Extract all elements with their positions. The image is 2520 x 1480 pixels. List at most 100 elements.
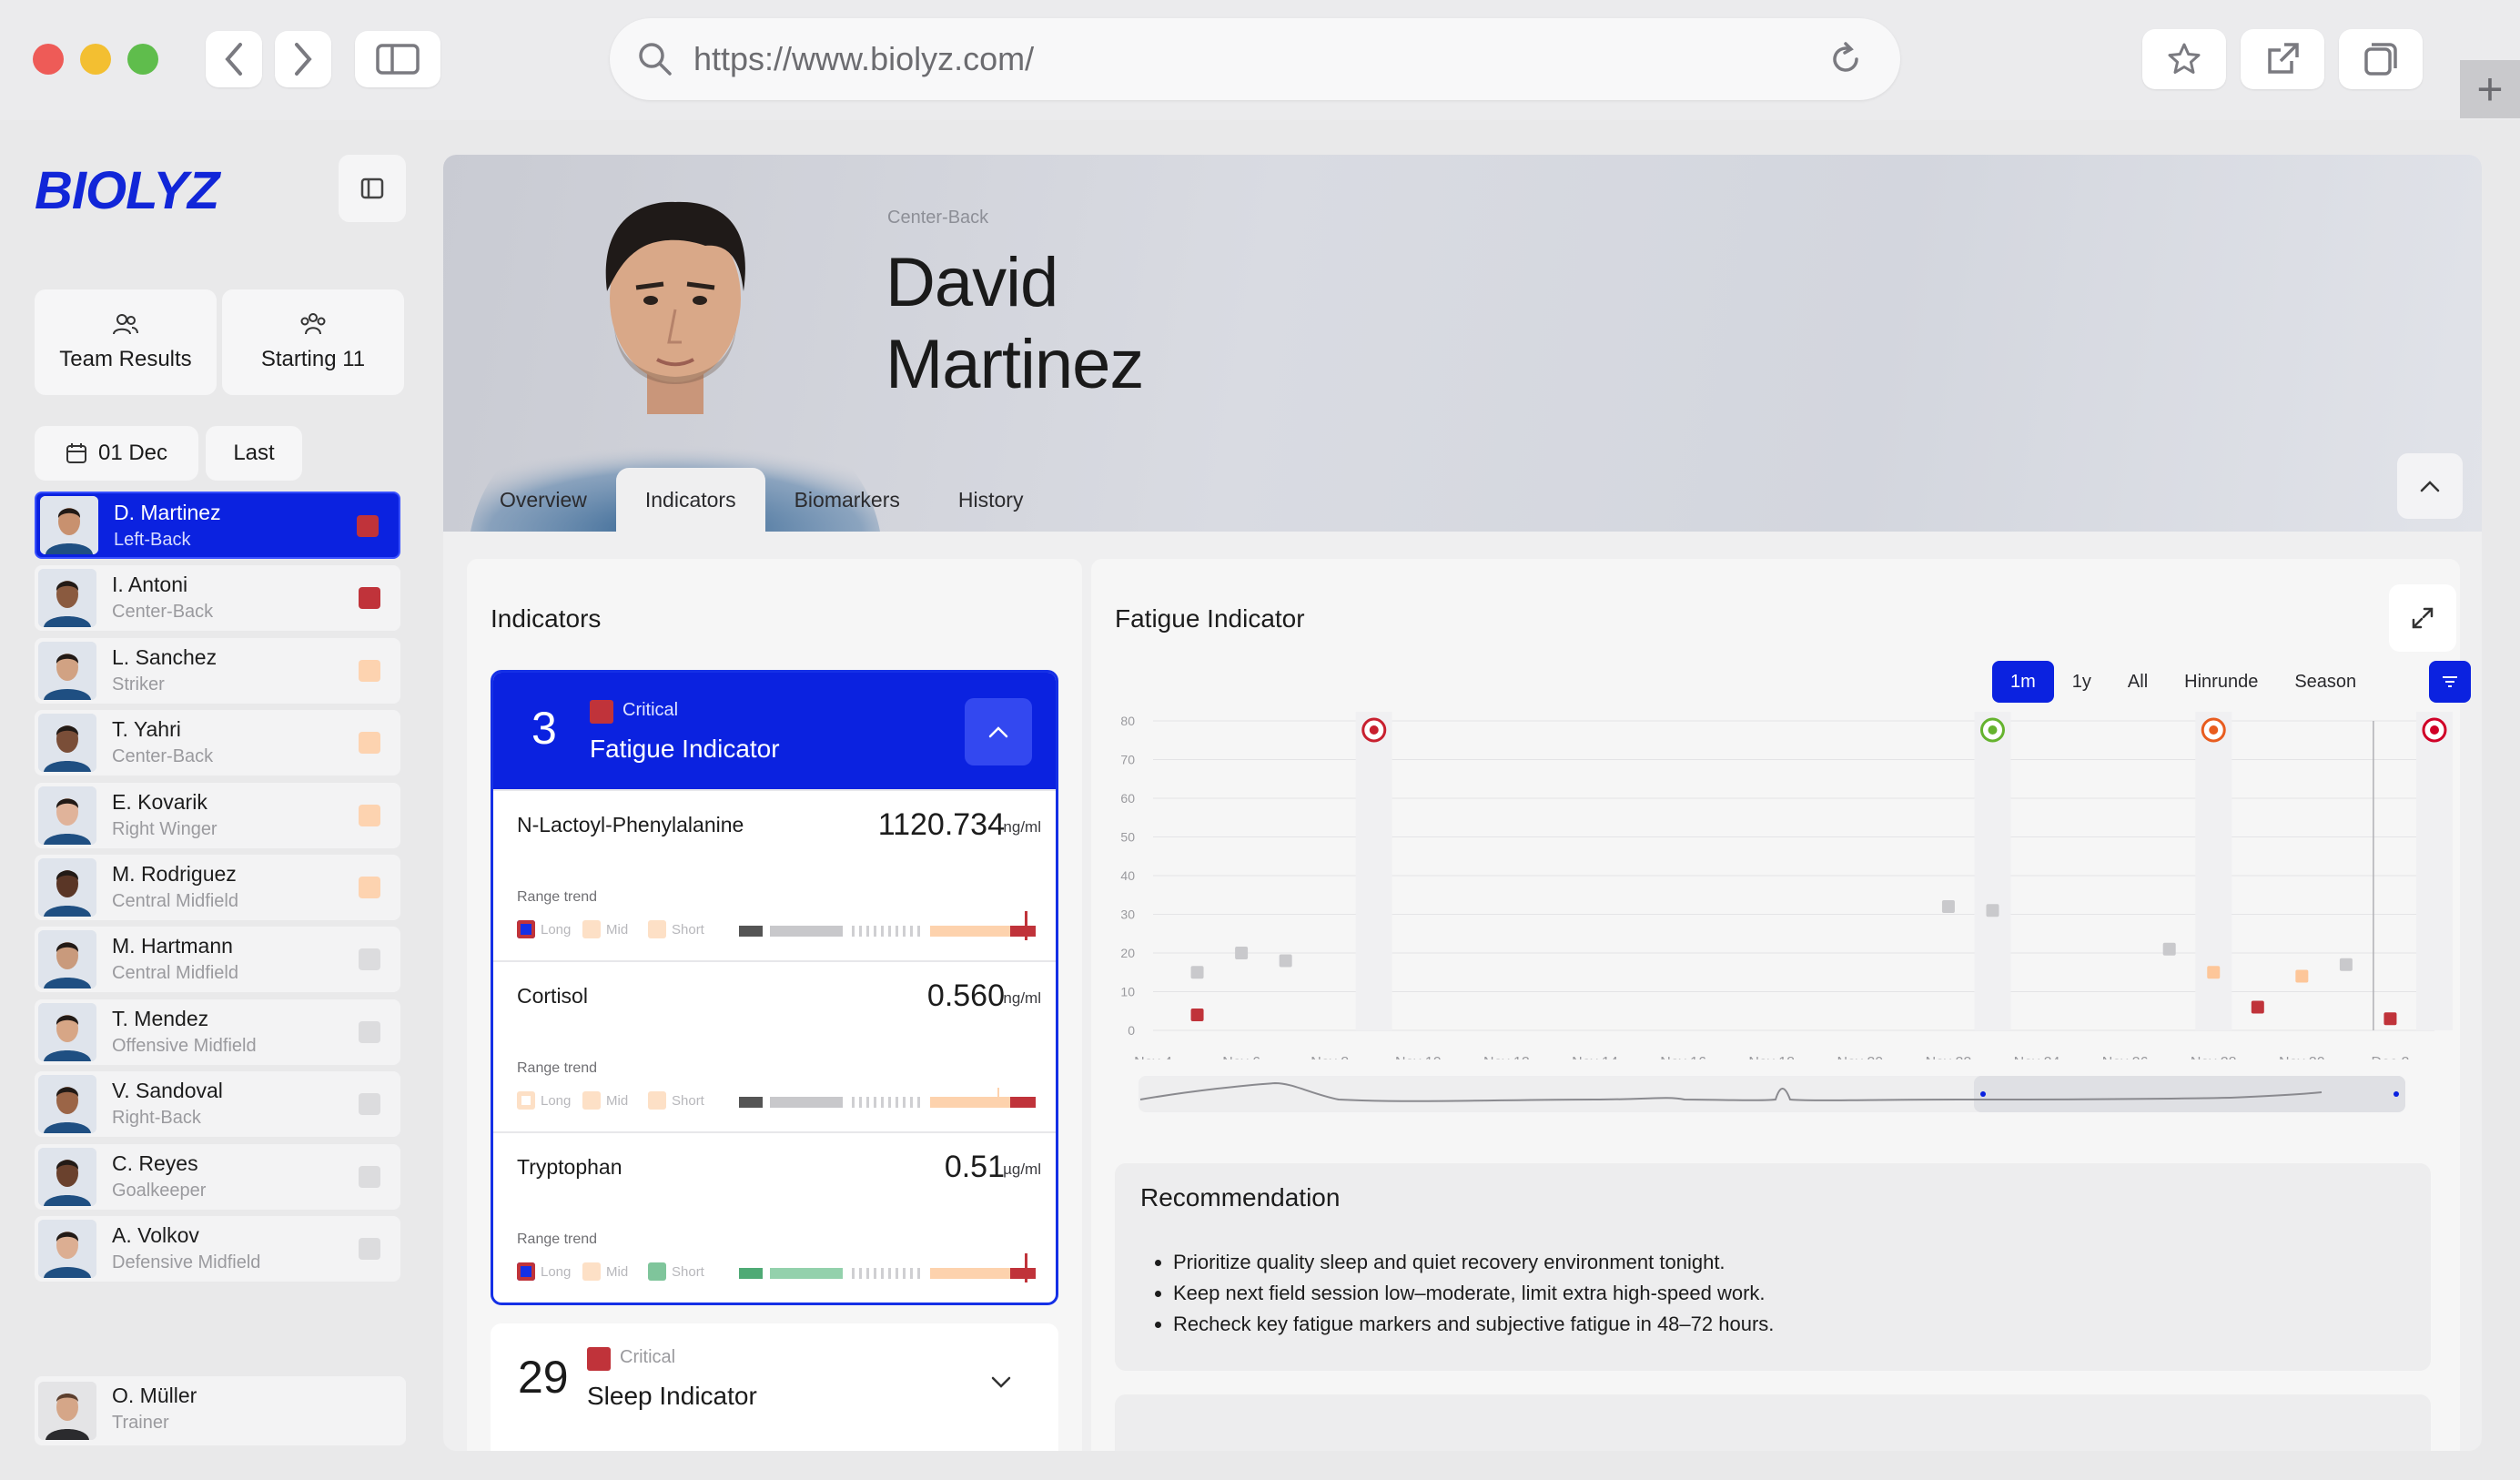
player-item[interactable]: E. Kovarik Right Winger: [35, 782, 400, 848]
last-label: Last: [233, 441, 275, 465]
forward-button[interactable]: [275, 31, 331, 87]
collapse-indicator-button[interactable]: [965, 698, 1032, 765]
collapse-sidebar-button[interactable]: [339, 155, 406, 222]
metric-unit: ng/ml: [1003, 989, 1041, 1007]
data-point[interactable]: [1941, 900, 1955, 913]
legend-swatch: [648, 1262, 666, 1281]
avatar: [38, 1382, 96, 1440]
player-item[interactable]: V. Sandoval Right-Back: [35, 1071, 400, 1138]
maximize-window-button[interactable]: [127, 44, 158, 75]
data-point[interactable]: [2295, 969, 2309, 983]
player-item[interactable]: M. Hartmann Central Midfield: [35, 927, 400, 993]
indicator-name: Fatigue Indicator: [590, 735, 780, 763]
player-role: Center-Back: [112, 746, 214, 767]
player-item[interactable]: C. Reyes Goalkeeper: [35, 1143, 400, 1210]
filter-button[interactable]: [2429, 661, 2471, 703]
range-trend-label: Range trend: [517, 889, 598, 905]
data-point[interactable]: [1986, 904, 1999, 917]
range-all[interactable]: All: [2110, 661, 2166, 703]
club-logo-mark: [2430, 725, 2439, 735]
brush-handle-end[interactable]: [2393, 1091, 2399, 1097]
match-highlight: [1355, 712, 1392, 1030]
expand-indicator-button[interactable]: [967, 1349, 1035, 1416]
player-item[interactable]: A. Volkov Defensive Midfield: [35, 1215, 400, 1282]
minimize-window-button[interactable]: [80, 44, 111, 75]
tab-overview[interactable]: Overview: [471, 468, 616, 532]
date-picker-button[interactable]: 01 Dec: [35, 426, 198, 481]
share-button[interactable]: [2241, 29, 2324, 89]
player-name: C. Reyes: [112, 1151, 198, 1175]
x-tick-label: Nov 30: [2279, 1055, 2325, 1059]
metric-row[interactable]: Cortisol 0.560 ng/ml Range trend Long Mid Shor…: [493, 960, 1056, 1131]
expand-chart-button[interactable]: [2389, 584, 2456, 652]
player-item[interactable]: M. Rodriguez Central Midfield: [35, 854, 400, 920]
match-highlight: [2195, 712, 2232, 1030]
legend-item: Mid: [582, 1262, 628, 1281]
status-badge: [357, 515, 379, 537]
new-tab-button[interactable]: +: [2460, 60, 2520, 118]
player-item[interactable]: T. Yahri Center-Back: [35, 710, 400, 776]
bookmark-button[interactable]: [2142, 29, 2226, 89]
metric-value: 1120.734: [877, 807, 1005, 842]
fatigue-card-header[interactable]: 3 Critical Fatigue Indicator: [493, 673, 1056, 789]
player-item[interactable]: I. Antoni Center-Back: [35, 565, 400, 632]
last-button[interactable]: Last: [206, 426, 302, 481]
collapse-header-button[interactable]: [2397, 453, 2463, 519]
y-tick-label: 70: [1120, 753, 1135, 767]
tab-indicators[interactable]: Indicators: [615, 468, 765, 532]
main-content: Center-Back David Martinez Overview Indic…: [443, 155, 2482, 1451]
legend-swatch: [517, 1262, 535, 1281]
data-point[interactable]: [2207, 966, 2221, 979]
tab-history[interactable]: History: [929, 468, 1053, 532]
metric-row[interactable]: N-Lactoyl-Phenylalanine 1120.734 ng/ml Rang…: [493, 789, 1056, 960]
range-1y[interactable]: 1y: [2054, 661, 2110, 703]
sidebar-icon: [376, 44, 420, 75]
back-button[interactable]: [206, 31, 262, 87]
range-hinrunde[interactable]: Hinrunde: [2166, 661, 2276, 703]
metric-unit: ng/ml: [1003, 818, 1041, 836]
panel-left-icon: [360, 177, 384, 199]
data-point[interactable]: [2383, 1012, 2397, 1026]
range-1m[interactable]: 1m: [1992, 661, 2054, 703]
data-point[interactable]: [1190, 966, 1204, 979]
data-point[interactable]: [2339, 958, 2353, 971]
x-tick-label: Nov 28: [2191, 1055, 2237, 1059]
x-tick-label: Nov 12: [1483, 1055, 1530, 1059]
legend-swatch: [582, 920, 601, 938]
data-point[interactable]: [2251, 1000, 2264, 1014]
player-name: David Martinez: [886, 242, 1144, 406]
club-logo-mark: [2209, 725, 2219, 735]
fatigue-indicator-card[interactable]: 3 Critical Fatigue Indicator N-Lactoyl-P…: [491, 670, 1058, 1305]
data-point[interactable]: [1279, 954, 1292, 968]
status-badge: [359, 948, 380, 971]
player-item[interactable]: T. Mendez Offensive Midfield: [35, 998, 400, 1065]
player-name: L. Sanchez: [112, 644, 218, 669]
player-name: M. Rodriguez: [112, 861, 237, 886]
critical-status-icon: [587, 1347, 611, 1371]
data-point[interactable]: [2162, 942, 2176, 956]
legend-swatch: [582, 1091, 601, 1110]
fatigue-scatter-chart[interactable]: 0 10 20 30 40 50 60 70 80 Nov 4 Nov 6 Nov 8 Nov 10 No…: [1109, 705, 2456, 1059]
data-point[interactable]: [1235, 947, 1249, 959]
metric-row[interactable]: Tryptophan 0.51 µg/ml Range trend Long Mid Sho…: [493, 1131, 1056, 1303]
range-season[interactable]: Season: [2276, 661, 2374, 703]
tab-biomarkers[interactable]: Biomarkers: [765, 468, 929, 532]
tabs-overview-button[interactable]: [2339, 29, 2423, 89]
sleep-indicator-card[interactable]: 29 Critical Sleep Indicator: [491, 1323, 1058, 1451]
reload-icon[interactable]: [1827, 41, 1864, 77]
indicator-count: 29: [518, 1352, 569, 1403]
data-point[interactable]: [1190, 1009, 1204, 1021]
time-range-brush[interactable]: [1139, 1072, 2405, 1116]
tabs-icon: [2364, 43, 2397, 76]
legend-item: Short: [648, 1091, 704, 1110]
player-item[interactable]: L. Sanchez Striker: [35, 637, 400, 704]
brush-handle-start[interactable]: [1980, 1091, 1986, 1097]
brush-selection[interactable]: [1974, 1076, 2405, 1112]
sidebar-toggle-button[interactable]: [355, 31, 440, 87]
trainer-profile[interactable]: O. Müller Trainer: [35, 1376, 406, 1445]
player-item[interactable]: D. Martinez Left-Back: [35, 492, 400, 559]
starting-11-button[interactable]: Starting 11: [222, 289, 404, 395]
close-window-button[interactable]: [33, 44, 64, 75]
address-bar[interactable]: https://www.biolyz.com/: [610, 18, 1900, 100]
team-results-button[interactable]: Team Results: [35, 289, 217, 395]
